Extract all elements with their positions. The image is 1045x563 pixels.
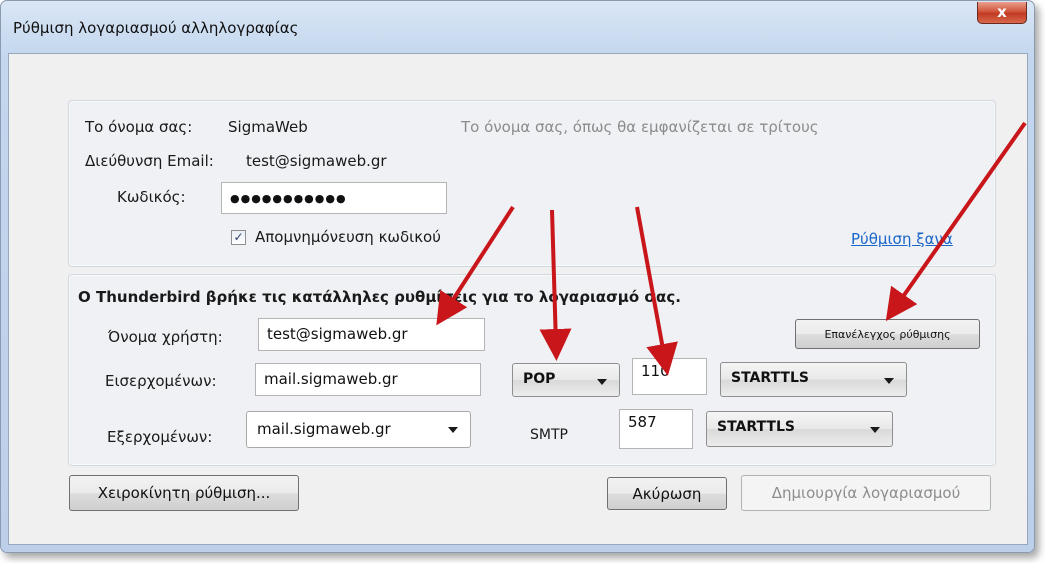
found-settings-message: Ο Thunderbird βρήκε τις κατάλληλες ρυθμί…: [78, 288, 681, 306]
incoming-security-value: STARTTLS: [731, 370, 809, 386]
incoming-port-field[interactable]: 110: [632, 358, 707, 395]
outgoing-host-select[interactable]: mail.sigmaweb.gr: [246, 411, 471, 448]
remember-password-label: Απομνημόνευση κωδικού: [255, 228, 441, 246]
your-name-label: Το όνομα σας:: [85, 118, 193, 136]
incoming-label: Εισερχομένων:: [105, 372, 217, 390]
username-field[interactable]: test@sigmaweb.gr: [258, 318, 485, 351]
close-button[interactable]: x: [977, 2, 1027, 24]
your-name-hint: Το όνομα σας, όπως θα εμφανίζεται σε τρί…: [461, 118, 819, 136]
account-setup-dialog: Ρύθμιση λογαριασμού αλληλογραφίας x Το ό…: [0, 0, 1035, 553]
email-label: Διεύθυνση Email:: [85, 152, 214, 170]
incoming-host-field[interactable]: mail.sigmaweb.gr: [255, 363, 481, 396]
outgoing-security-select[interactable]: STARTTLS: [706, 411, 893, 447]
chevron-down-icon: [597, 379, 607, 385]
incoming-protocol-select[interactable]: POP: [512, 363, 620, 397]
reconfigure-link[interactable]: Ρύθμιση ξανά: [851, 230, 953, 248]
chevron-down-icon: [884, 378, 894, 384]
cancel-button[interactable]: Ακύρωση: [607, 477, 727, 510]
manual-setup-button[interactable]: Χειροκίνητη ρύθμιση...: [69, 475, 299, 511]
chevron-down-icon: [870, 427, 880, 433]
recheck-settings-button[interactable]: Επανέλεγχος ρύθμισης: [795, 319, 980, 349]
outgoing-label: Εξερχομένων:: [107, 428, 213, 446]
your-name-value[interactable]: SigmaWeb: [228, 118, 308, 136]
window-title: Ρύθμιση λογαριασμού αλληλογραφίας: [13, 19, 299, 37]
create-account-button: Δημιουργία λογαριασμού: [741, 475, 991, 511]
email-value[interactable]: test@sigmaweb.gr: [246, 152, 387, 170]
password-field[interactable]: ●●●●●●●●●●●: [221, 182, 447, 214]
chevron-down-icon: [448, 427, 458, 433]
username-label: Όνομα χρήστη:: [108, 328, 223, 346]
outgoing-security-value: STARTTLS: [717, 419, 795, 435]
remember-password-checkbox[interactable]: ✓: [231, 230, 246, 245]
dialog-client-area: Το όνομα σας: SigmaWeb Το όνομα σας, όπω…: [8, 53, 1028, 545]
outgoing-port-field[interactable]: 587: [619, 409, 693, 449]
outgoing-protocol-label: SMTP: [530, 427, 568, 443]
incoming-security-select[interactable]: STARTTLS: [720, 362, 907, 397]
outgoing-host-value: mail.sigmaweb.gr: [257, 420, 391, 438]
password-label: Κωδικός:: [117, 188, 186, 206]
incoming-protocol-value: POP: [523, 371, 556, 387]
